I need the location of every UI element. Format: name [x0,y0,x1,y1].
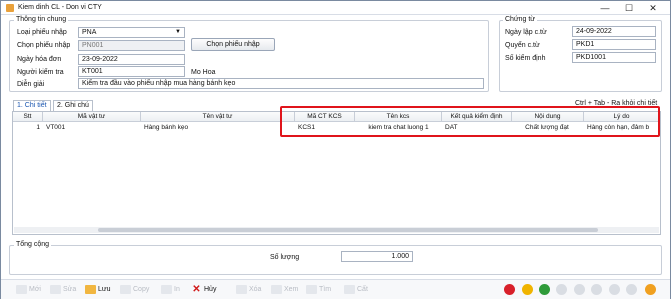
minimize-button[interactable]: — [598,2,612,14]
delete-icon [236,284,247,294]
so-luong-field: 1.000 [341,251,413,262]
summary-group [9,245,662,275]
new-button[interactable]: Mới [16,284,41,296]
folder-icon [85,284,96,294]
refresh-icon[interactable] [574,284,585,295]
highlight-box [280,106,660,137]
dien-giai-label: Diễn giải [17,81,45,88]
bottom-toolbar: Mới Sửa Lưu Copy In ✕ Hủy Xóa Xem Tìm Cất [1,279,670,299]
nguoi-kiem-tra-field[interactable]: KT001 [78,66,185,77]
view-button[interactable]: Xem [271,284,298,296]
view-icon [271,284,282,294]
title-bar: Kiem dinh CL - Don vi CTY — ☐ ✕ [1,1,670,15]
chon-phieu-label: Chọn phiếu nhập [17,42,71,49]
store-label: Cất [357,286,368,293]
horizontal-scrollbar[interactable] [14,227,659,233]
ngay-hoa-don-label: Ngày hóa đơn [17,56,62,63]
copy-icon [120,284,131,294]
delete-button[interactable]: Xóa [236,284,261,296]
edit-label: Sửa [63,286,77,293]
copy-label: Copy [133,286,150,293]
cell-ma-vat-tu[interactable]: VT001 [46,123,138,133]
chon-phieu-field: PN001 [78,40,185,51]
print-label: In [174,286,180,293]
loai-phieu-select[interactable]: PNA ▼ [78,27,185,38]
settings-icon[interactable] [591,284,602,295]
ngay-lap-field[interactable]: 24-09-2022 [572,26,656,37]
search-icon [306,284,317,294]
find-button[interactable]: Tìm [306,284,331,296]
maximize-button[interactable]: ☐ [622,2,636,14]
new-icon [16,284,27,294]
general-info-title: Thông tin chung [14,16,69,23]
error-icon[interactable] [504,284,515,295]
printer-icon [161,284,172,294]
view-label: Xem [284,286,299,293]
window-title: Kiem dinh CL - Don vi CTY [18,4,102,11]
info-icon[interactable] [609,284,620,295]
chon-phieu-button[interactable]: Chọn phiếu nhập [191,38,275,51]
so-kiem-dinh-field[interactable]: PKD1001 [572,52,656,63]
store-button[interactable]: Cất [344,284,368,296]
so-kiem-dinh-label: Số kiểm định [505,55,546,62]
main-window: Kiem dinh CL - Don vi CTY — ☐ ✕ Thông ti… [0,0,671,299]
so-luong-label: Số lượng [270,254,300,261]
tab-ghi-chu[interactable]: 2. Ghi chú [53,100,93,111]
delete-label: Xóa [249,286,262,293]
close-button[interactable]: ✕ [646,2,660,14]
scrollbar-thumb[interactable] [98,228,598,232]
edit-button[interactable]: Sửa [50,284,76,296]
nguoi-kiem-tra-label: Người kiểm tra [17,69,64,76]
quyen-field[interactable]: PKD1 [572,39,656,50]
new-label: Mới [29,286,41,293]
print-button[interactable]: In [161,284,180,296]
app-icon [6,4,14,12]
save-label: Lưu [98,286,111,293]
cell-ten-vat-tu[interactable]: Hàng bánh kẹo [144,123,292,133]
quyen-label: Quyển c.từ [505,42,540,49]
loai-phieu-label: Loại phiếu nhập [17,29,67,36]
edit-icon [50,284,61,294]
chevron-down-icon: ▼ [175,29,181,35]
red-x-icon: ✕ [192,283,201,295]
col-header-stt[interactable]: Stt [13,112,43,122]
cell-stt[interactable]: 1 [13,123,40,133]
warning-icon[interactable] [522,284,533,295]
ngay-hoa-don-field[interactable]: 23-09-2022 [78,54,185,65]
nguoi-kiem-tra-name: Mo Hoa [191,69,216,76]
store-icon [344,284,355,294]
find-label: Tìm [319,286,332,293]
help-icon[interactable] [626,284,637,295]
tool-icon[interactable] [556,284,567,295]
col-header-ten-vat-tu[interactable]: Tên vật tư [141,112,295,122]
check-icon[interactable] [539,284,550,295]
col-header-ma-vat-tu[interactable]: Mã vật tư [43,112,141,122]
tab-chi-tiet[interactable]: 1. Chi tiết [13,100,51,111]
loai-phieu-value: PNA [82,29,97,36]
dien-giai-field[interactable]: Kiểm tra đầu vào phiếu nhập mua hàng bán… [78,78,484,89]
voucher-title: Chứng từ [503,16,537,23]
summary-title: Tổng cộng [14,241,52,248]
cancel-button[interactable]: ✕ Hủy [191,284,216,296]
ngay-lap-label: Ngày lập c.từ [505,29,547,36]
copy-button[interactable]: Copy [120,284,149,296]
cancel-label: Hủy [204,286,217,293]
exit-icon[interactable] [645,284,656,295]
save-button[interactable]: Lưu [85,284,110,296]
